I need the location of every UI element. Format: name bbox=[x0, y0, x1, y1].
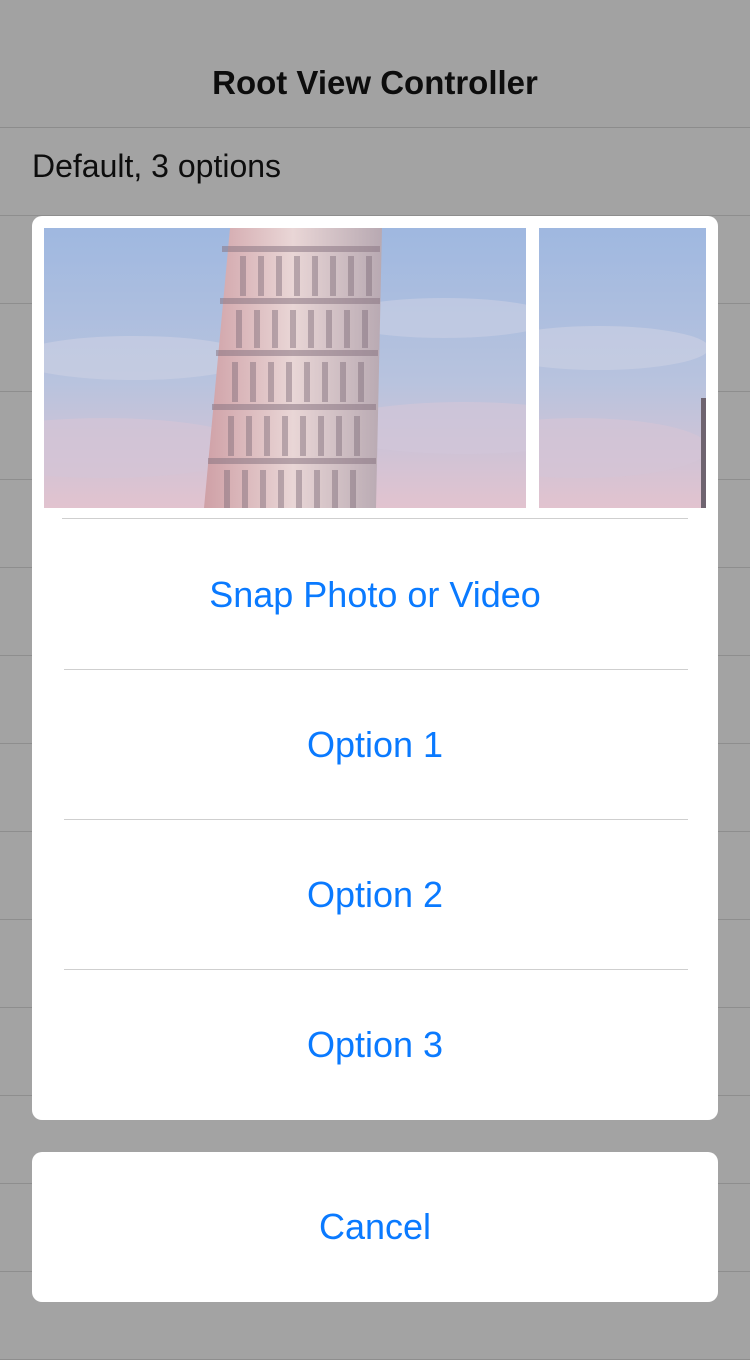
photo-thumbnail[interactable] bbox=[44, 228, 526, 508]
nav-title: Root View Controller bbox=[212, 64, 538, 101]
table-row-label: Default, 3 options bbox=[32, 148, 282, 184]
leaning-tower-photo bbox=[44, 228, 526, 508]
option-2-button[interactable]: Option 2 bbox=[32, 820, 718, 970]
option-3-button[interactable]: Option 3 bbox=[32, 970, 718, 1120]
divider bbox=[62, 518, 688, 519]
leaning-tower-photo bbox=[539, 228, 706, 508]
snap-photo-or-video-button[interactable]: Snap Photo or Video bbox=[32, 520, 718, 670]
cancel-button[interactable]: Cancel bbox=[32, 1152, 718, 1302]
photo-strip[interactable] bbox=[44, 228, 706, 508]
action-sheet: Snap Photo or Video Option 1 Option 2 Op… bbox=[32, 216, 718, 1120]
option-1-button[interactable]: Option 1 bbox=[32, 670, 718, 820]
table-row[interactable]: Default, 3 options bbox=[0, 128, 750, 216]
photo-thumbnail[interactable] bbox=[539, 228, 706, 508]
navigation-bar: Root View Controller bbox=[0, 0, 750, 128]
